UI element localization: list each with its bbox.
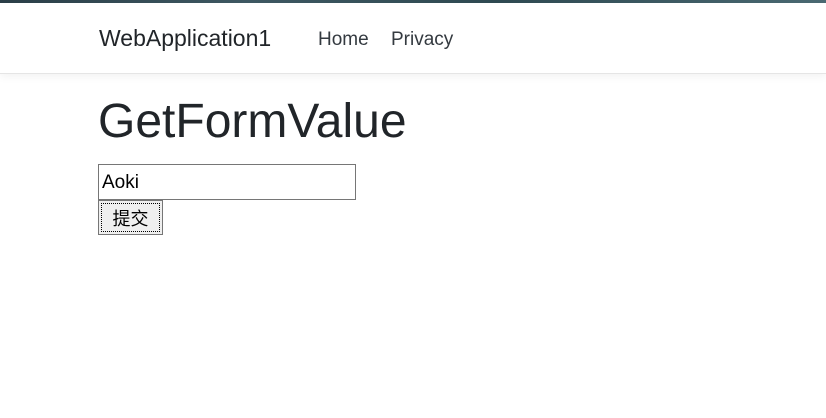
nav-link-home[interactable]: Home xyxy=(318,29,369,51)
value-input[interactable] xyxy=(98,164,356,200)
nav-link-privacy[interactable]: Privacy xyxy=(391,29,453,51)
navbar: WebApplication1 Home Privacy xyxy=(0,3,826,74)
submit-button[interactable]: 提交 xyxy=(98,200,163,235)
navbar-brand-link[interactable]: WebApplication1 xyxy=(99,25,271,52)
page-title: GetFormValue xyxy=(98,95,407,148)
